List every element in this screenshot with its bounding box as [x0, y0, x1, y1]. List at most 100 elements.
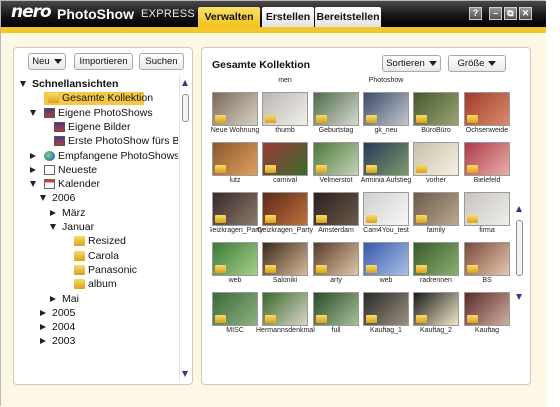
search-button[interactable]: Suchen: [139, 53, 184, 70]
scroll-thumb[interactable]: [182, 94, 189, 122]
tree-item[interactable]: Schnellansichten: [16, 78, 178, 91]
tree-scrollbar[interactable]: [179, 76, 190, 382]
minimize-icon[interactable]: –: [489, 7, 502, 20]
scroll-up-icon[interactable]: [182, 80, 188, 86]
tree-item[interactable]: Panasonic: [16, 264, 178, 277]
help-icon[interactable]: ?: [469, 7, 482, 20]
product-edition: EXPRESS: [141, 8, 196, 20]
thumbnail-item[interactable]: Geizkragen_Party: [210, 192, 263, 242]
folder-icon: [316, 165, 327, 173]
folder-icon: [366, 165, 377, 173]
grid-scrollbar[interactable]: [514, 76, 525, 376]
workspace: Neu Importieren Suchen Schnellansichten G…: [1, 33, 546, 407]
scroll-down-icon[interactable]: [182, 371, 188, 377]
expand-right-icon[interactable]: [40, 324, 46, 331]
thumbnail-item[interactable]: radrennen: [411, 242, 461, 292]
tree-item-label: Carola: [88, 249, 119, 262]
thumbnail-image: [363, 192, 409, 226]
expand-down-icon[interactable]: [30, 109, 36, 116]
scroll-down-icon[interactable]: [516, 294, 522, 300]
tree-item[interactable]: album: [16, 278, 178, 291]
tree-item[interactable]: Mai: [16, 293, 178, 306]
thumbnail-item[interactable]: full: [311, 292, 361, 342]
expand-down-icon[interactable]: [50, 224, 56, 230]
tree-item[interactable]: Eigene PhotoShows: [16, 107, 178, 120]
tab-verwalten[interactable]: Verwalten: [198, 7, 260, 27]
expand-right-icon[interactable]: [30, 166, 36, 173]
expand-down-icon[interactable]: [30, 181, 36, 188]
thumbnail-item[interactable]: MISC: [210, 292, 260, 342]
tree-item[interactable]: 2004: [16, 321, 178, 334]
tree-item[interactable]: Carola: [16, 250, 178, 263]
thumbnail-item[interactable]: Kauftag: [462, 292, 512, 342]
new-button[interactable]: Neu: [28, 53, 66, 70]
thumbnail-image: [313, 142, 359, 176]
tree-item[interactable]: 2005: [16, 307, 178, 320]
tree-item[interactable]: Resized: [16, 235, 178, 248]
tree-item[interactable]: März: [16, 207, 178, 220]
thumbnail-item[interactable]: family: [411, 192, 461, 242]
thumbnail-caption: Photoshow: [368, 77, 404, 84]
folder-icon: [366, 315, 377, 323]
collection-panel: Gesamte Kollektion Sortieren Größe men Ph…: [201, 47, 531, 385]
scroll-thumb[interactable]: [516, 220, 523, 276]
tab-erstellen[interactable]: Erstellen: [262, 7, 314, 27]
thumbnail-item[interactable]: Hermannsdenkmal: [256, 292, 315, 342]
thumbnail-item[interactable]: gk_neu: [361, 92, 411, 142]
thumbnail-item[interactable]: Velmerstot: [311, 142, 361, 192]
thumbnail-item[interactable]: lutz: [210, 142, 260, 192]
thumbnail-caption: Hermannsdenkmal: [256, 327, 315, 334]
expand-right-icon[interactable]: [40, 338, 46, 345]
thumbnail-caption: radrennen: [420, 277, 452, 284]
product-name: PhotoShow: [57, 6, 134, 22]
thumbnail-image: [262, 92, 308, 126]
thumbnail-item[interactable]: Cam4You_test: [361, 192, 411, 242]
tree-item[interactable]: Neueste: [16, 164, 178, 177]
thumbnail-item[interactable]: BS: [462, 242, 512, 292]
tree-item[interactable]: Kalender: [16, 178, 178, 191]
photoshow-icon: [54, 136, 65, 147]
thumbnail-item[interactable]: Arminia Aufstieg: [361, 142, 411, 192]
scroll-up-icon[interactable]: [516, 206, 522, 212]
thumbnail-image: [464, 242, 510, 276]
expand-right-icon[interactable]: [50, 295, 56, 302]
folder-icon: [316, 215, 327, 223]
thumbnail-item[interactable]: Geizkragen_Party: [257, 192, 313, 242]
thumbnail-item[interactable]: Bielefeld: [462, 142, 512, 192]
thumbnail-item[interactable]: Amsterdam: [311, 192, 361, 242]
thumbnail-item[interactable]: Kauftag_2: [411, 292, 461, 342]
tree-item[interactable]: Gesamte Kollektion: [44, 92, 153, 106]
thumbnail-item[interactable]: Kauftag_1: [361, 292, 411, 342]
thumbnail-item[interactable]: Geburtstag: [311, 92, 361, 142]
expand-down-icon[interactable]: [40, 195, 46, 202]
thumbnail-item[interactable]: thumb: [260, 92, 310, 142]
expand-down-icon[interactable]: [20, 81, 26, 87]
restore-icon[interactable]: ⧉: [504, 7, 517, 20]
thumbnail-item[interactable]: arty: [311, 242, 361, 292]
folder-icon: [366, 265, 377, 273]
tree-item[interactable]: Empfangene PhotoShows: [16, 150, 178, 163]
thumbnail-image: [313, 292, 359, 326]
thumbnail-item[interactable]: web: [210, 242, 260, 292]
size-button[interactable]: Größe: [448, 55, 506, 72]
import-button[interactable]: Importieren: [74, 53, 133, 70]
thumbnail-item[interactable]: carnival: [260, 142, 310, 192]
tree-item[interactable]: 2003: [16, 335, 178, 348]
thumbnail-item[interactable]: BüroBüro: [411, 92, 461, 142]
thumbnail-item[interactable]: Saloniki: [260, 242, 310, 292]
thumbnail-item[interactable]: firma: [462, 192, 512, 242]
tree-item[interactable]: 2006: [16, 192, 178, 205]
tab-bereitstellen[interactable]: Bereitstellen: [315, 7, 381, 27]
thumbnail-item[interactable]: web: [361, 242, 411, 292]
expand-right-icon[interactable]: [40, 309, 46, 316]
thumbnail-item[interactable]: Ochsenweide: [462, 92, 512, 142]
thumbnail-item[interactable]: vorher: [411, 142, 461, 192]
thumbnail-item[interactable]: Neue Wohnung: [210, 92, 260, 142]
close-icon[interactable]: ✕: [519, 7, 532, 20]
tree-item[interactable]: Erste PhotoShow fürs Baby: [16, 135, 178, 148]
tree-item[interactable]: Januar: [16, 221, 178, 234]
expand-right-icon[interactable]: [30, 152, 36, 159]
sort-button[interactable]: Sortieren: [382, 55, 441, 72]
expand-right-icon[interactable]: [50, 209, 56, 216]
tree-item[interactable]: Eigene Bilder: [16, 121, 178, 134]
